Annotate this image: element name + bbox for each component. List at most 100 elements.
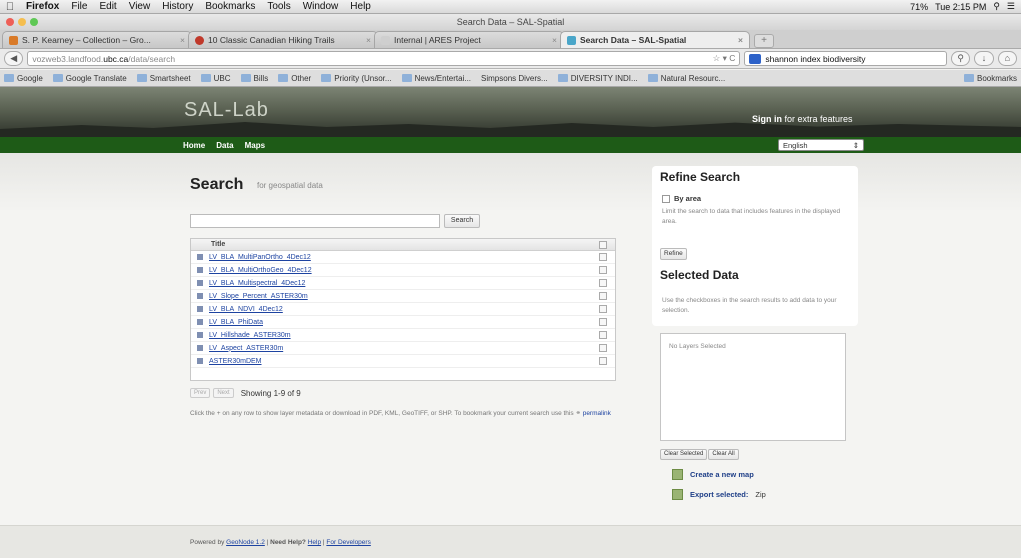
row-checkbox[interactable]	[599, 331, 607, 339]
bookmarks-menu[interactable]: Bookmarks	[963, 74, 1017, 83]
selected-layers-list: No Layers Selected	[660, 333, 846, 441]
bookmark-label: Natural Resourc...	[660, 73, 726, 83]
close-icon[interactable]: ×	[552, 35, 557, 45]
folder-icon	[278, 74, 289, 82]
notifications-icon[interactable]: ☰	[1007, 1, 1015, 12]
help-link[interactable]: Help	[308, 539, 321, 546]
menu-edit[interactable]: Edit	[93, 1, 122, 12]
menu-view[interactable]: View	[123, 1, 157, 12]
new-tab-button[interactable]: +	[754, 34, 774, 48]
expand-icon[interactable]	[197, 306, 203, 312]
address-bar[interactable]: vozweb3.landfood. ubc.ca /data/search ☆ …	[27, 51, 741, 66]
nav-maps[interactable]: Maps	[245, 141, 265, 150]
menu-file[interactable]: File	[65, 1, 93, 12]
menu-tools[interactable]: Tools	[261, 1, 296, 12]
close-icon[interactable]: ×	[366, 35, 371, 45]
layer-link[interactable]: LV_BLA_NDVI_4Dec12	[209, 306, 599, 313]
row-checkbox[interactable]	[599, 266, 607, 274]
battery-readout[interactable]: 71%	[910, 2, 928, 12]
menu-bookmarks[interactable]: Bookmarks	[199, 1, 261, 12]
nav-data[interactable]: Data	[216, 141, 233, 150]
refine-button[interactable]: Refine	[660, 248, 687, 260]
bookmark-item[interactable]: DIVERSITY INDI...	[557, 74, 638, 83]
bookmark-item[interactable]: Google Translate	[52, 74, 127, 83]
next-page-button[interactable]: Next	[213, 388, 234, 398]
clock[interactable]: Tue 2:15 PM	[935, 2, 986, 12]
home-icon[interactable]: ⌂	[997, 51, 1017, 66]
download-icon[interactable]: ↓	[974, 51, 994, 66]
row-checkbox[interactable]	[599, 292, 607, 300]
select-all-checkbox[interactable]	[599, 240, 607, 249]
nav-home[interactable]: Home	[183, 141, 205, 150]
search-button[interactable]: Search	[444, 214, 480, 228]
export-action[interactable]: Export selected: Zip	[672, 489, 766, 500]
create-map-action[interactable]: Create a new map	[672, 469, 754, 480]
browser-tab[interactable]: 10 Classic Canadian Hiking Trails ×	[188, 31, 378, 48]
prev-page-button[interactable]: Prev	[190, 388, 211, 398]
row-checkbox[interactable]	[599, 279, 607, 287]
close-icon[interactable]: ×	[180, 35, 185, 45]
search-input[interactable]	[190, 214, 440, 228]
row-checkbox[interactable]	[599, 253, 607, 261]
expand-icon[interactable]	[197, 254, 203, 260]
clear-all-button[interactable]: Clear All	[708, 449, 739, 460]
search-engine-icon[interactable]	[749, 53, 762, 64]
site-nav: Home Data Maps English ⇕	[0, 137, 1021, 153]
layer-link[interactable]: LV_Slope_Percent_ASTER30m	[209, 293, 599, 300]
results-grid: Title LV_BLA_MultiPanOrtho_4Dec12 LV_BLA…	[190, 238, 616, 381]
menu-window[interactable]: Window	[297, 1, 345, 12]
row-checkbox[interactable]	[599, 305, 607, 313]
spotlight-icon[interactable]: ⚲	[993, 1, 1000, 12]
layer-link[interactable]: ASTER30mDEM	[209, 358, 599, 365]
by-area-option[interactable]: By area	[662, 194, 701, 203]
bookmark-item[interactable]: Simpsons Divers...	[481, 74, 548, 83]
site-logo[interactable]: SAL-Lab	[184, 99, 269, 122]
geonode-link[interactable]: GeoNode 1.2	[226, 539, 265, 546]
developers-link[interactable]: For Developers	[326, 539, 370, 546]
column-title-header[interactable]: Title	[211, 241, 599, 248]
menu-help[interactable]: Help	[344, 1, 377, 12]
row-checkbox[interactable]	[599, 318, 607, 326]
search-icon[interactable]: ⚲	[950, 51, 971, 66]
layer-link[interactable]: LV_BLA_PhiData	[209, 319, 599, 326]
bookmark-item[interactable]: Smartsheet	[136, 74, 191, 83]
expand-icon[interactable]	[197, 293, 203, 299]
layer-link[interactable]: LV_BLA_MultiPanOrtho_4Dec12	[209, 254, 599, 261]
table-row: LV_BLA_PhiData	[191, 316, 615, 329]
menu-app-firefox[interactable]: Firefox	[20, 1, 65, 12]
row-checkbox[interactable]	[599, 357, 607, 365]
bookmark-item[interactable]: Natural Resourc...	[647, 73, 726, 83]
bookmark-folder[interactable]: UBC	[200, 74, 231, 83]
reload-icon[interactable]: ☆ ▾ C	[713, 53, 736, 64]
row-checkbox[interactable]	[599, 344, 607, 352]
browser-tab[interactable]: S. P. Kearney – Collection – Gro... ×	[2, 31, 192, 48]
back-button[interactable]: ◀	[4, 51, 24, 66]
expand-icon[interactable]	[197, 345, 203, 351]
bookmark-item[interactable]: Google	[4, 74, 43, 83]
expand-icon[interactable]	[197, 358, 203, 364]
bookmark-folder[interactable]: Bills	[240, 74, 268, 83]
permalink-link[interactable]: permalink	[583, 410, 611, 417]
browser-tab-active[interactable]: Search Data – SAL-Spatial ×	[560, 31, 750, 48]
export-icon	[672, 489, 683, 500]
expand-icon[interactable]	[197, 280, 203, 286]
layer-link[interactable]: LV_BLA_MultiOrthoGeo_4Dec12	[209, 267, 599, 274]
layer-link[interactable]: LV_Aspect_ASTER30m	[209, 345, 599, 352]
by-area-checkbox[interactable]	[662, 194, 670, 203]
expand-icon[interactable]	[197, 332, 203, 338]
layer-link[interactable]: LV_BLA_Multispectral_4Dec12	[209, 280, 599, 287]
bookmark-folder[interactable]: Other	[278, 74, 311, 83]
layer-link[interactable]: LV_Hillshade_ASTER30m	[209, 332, 599, 339]
clear-selected-button[interactable]: Clear Selected	[660, 449, 708, 460]
language-select[interactable]: English ⇕	[778, 139, 864, 151]
expand-icon[interactable]	[197, 267, 203, 273]
close-icon[interactable]: ×	[738, 35, 743, 45]
menu-history[interactable]: History	[156, 1, 199, 12]
bookmark-folder[interactable]: News/Entertai...	[401, 74, 471, 83]
bookmark-folder[interactable]: Priority (Unsor...	[321, 74, 392, 83]
browser-tab[interactable]: Internal | ARES Project ×	[374, 31, 564, 48]
apple-icon[interactable]: 	[0, 1, 20, 13]
sign-in-link[interactable]: Sign in for extra features	[752, 114, 853, 124]
web-search-field[interactable]: shannon index biodiversity	[744, 51, 947, 66]
expand-icon[interactable]	[197, 319, 203, 325]
